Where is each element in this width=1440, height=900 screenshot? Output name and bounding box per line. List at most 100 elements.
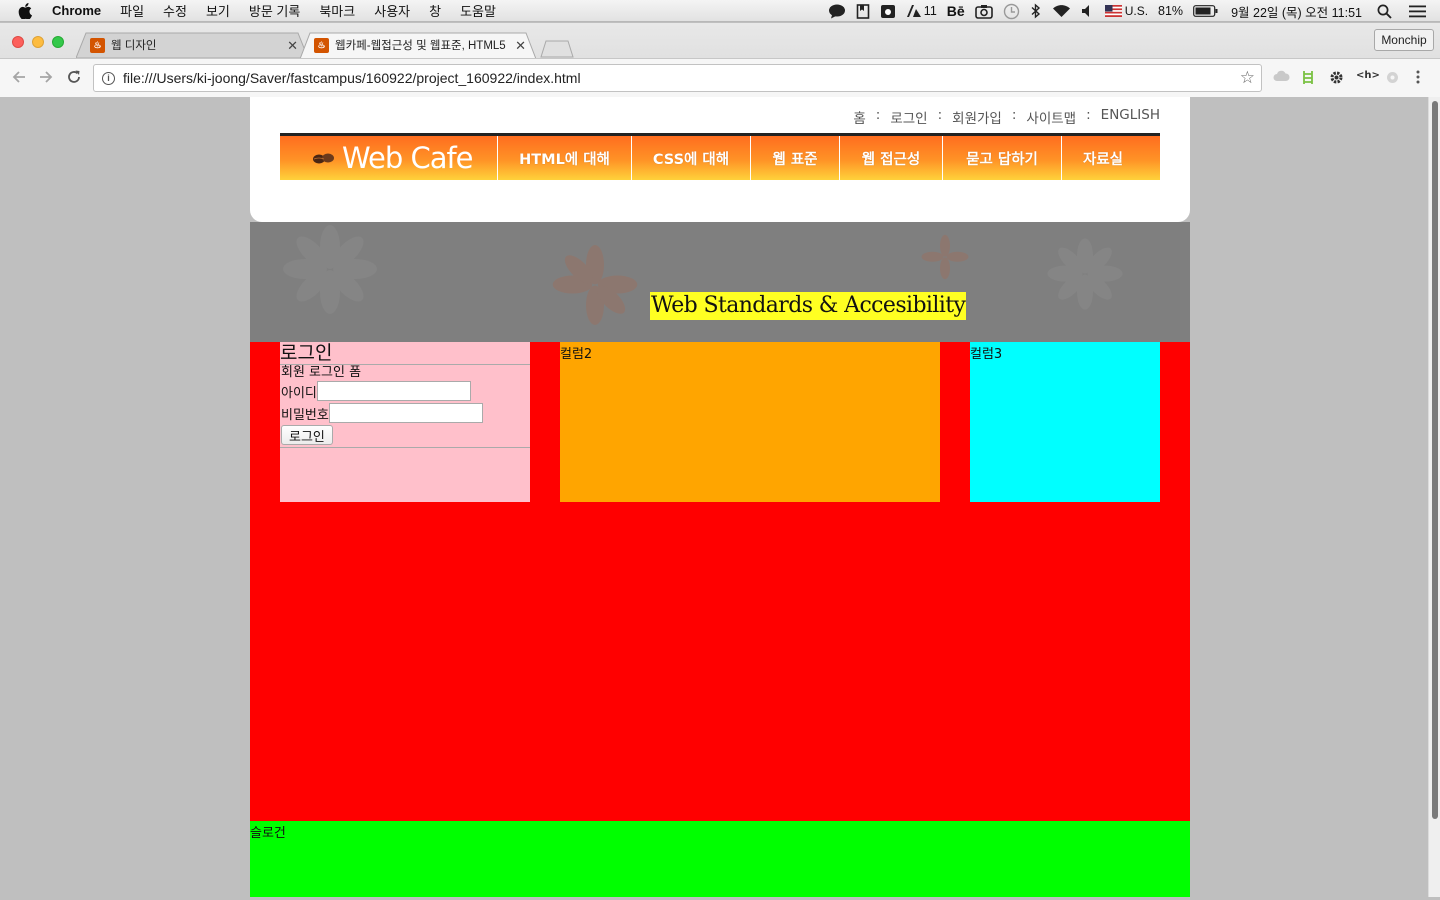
time-machine-icon[interactable] [1003,3,1020,20]
visual-title: Web Standards & Accesibility [650,292,967,320]
bookmark-icon[interactable] [856,3,870,19]
screenshot-camera-icon[interactable] [974,4,993,19]
menu-file[interactable]: 파일 [120,1,144,20]
menu-bookmarks[interactable]: 북마크 [319,1,355,20]
page-scrollbar[interactable] [1428,97,1440,897]
us-flag-icon[interactable]: U.S. [1104,4,1149,18]
volume-icon[interactable] [1081,4,1095,18]
page-info-icon[interactable]: i [102,71,115,85]
util-link-english[interactable]: ENGLISH [1101,107,1160,127]
chrome-menu-icon[interactable] [1416,70,1420,88]
browser-toolbar: i file:///Users/ki-joong/Saver/fastcampu… [0,58,1440,97]
slogan-footer: 슬로건 [250,821,1190,897]
new-tab-button[interactable] [540,40,574,58]
scrollbar-thumb[interactable] [1432,101,1438,819]
cloud-extension-icon[interactable] [1273,70,1290,86]
window-minimize-button[interactable] [32,36,44,48]
wifi-icon[interactable] [1052,4,1071,18]
clock[interactable]: 9월 22일 (목) 오전 11:51 [1231,2,1362,21]
battery-icon[interactable] [1193,5,1218,17]
menu-help[interactable]: 도움말 [460,1,496,20]
util-link-login[interactable]: 로그인 [890,107,927,127]
tab-title: 웹카페-웹접근성 및 웹표준, HTML5 [335,40,506,52]
password-row: 비밀번호 [281,402,530,424]
address-bar[interactable]: i file:///Users/ki-joong/Saver/fastcampu… [93,64,1262,92]
apple-icon[interactable] [18,2,36,19]
logo-text: Web Cafe [342,141,474,175]
tab-title: 웹 디자인 [111,40,157,52]
util-separator: : [875,107,881,123]
login-fieldset: 회원 로그인 폼 아이디 비밀번호 로그인 [280,364,530,448]
util-separator: : [937,107,943,123]
gnb-accessibility[interactable]: 웹 접근성 [840,136,943,180]
url-text: file:///Users/ki-joong/Saver/fastcampus/… [123,70,581,86]
login-column: 로그인 회원 로그인 폼 아이디 비밀번호 로그인 [280,342,530,502]
gnb-html[interactable]: HTML에 대해 [498,136,632,180]
window-zoom-button[interactable] [52,36,64,48]
flower-decoration-icon [283,225,377,314]
column-3: 컬럼3 [970,342,1160,502]
adobe-count: 11 [923,4,937,18]
password-label: 비밀번호 [281,407,329,423]
coffee-beans-icon [313,153,334,164]
id-input[interactable] [316,381,471,401]
site-header: 홈 : 로그인 : 회원가입 : 사이트맵 : ENGLISH Web Cafe… [250,97,1190,222]
gnb-archive[interactable]: 자료실 [1062,136,1144,180]
battery-percent: 81% [1158,4,1184,18]
login-submit-button[interactable]: 로그인 [281,425,333,445]
menu-history[interactable]: 방문 기록 [249,1,300,20]
content-area: 로그인 회원 로그인 폼 아이디 비밀번호 로그인 컬럼2 컬럼3 [250,342,1190,821]
gnb-css[interactable]: CSS에 대해 [632,136,751,180]
spotlight-search-icon[interactable] [1377,4,1392,19]
window-controls [12,36,64,48]
reload-icon[interactable] [66,69,82,89]
bluetooth-icon[interactable] [1030,3,1042,19]
camera-box-icon[interactable] [880,4,896,19]
site-logo[interactable]: Web Cafe [280,136,498,180]
notification-center-icon[interactable] [1409,5,1426,18]
password-input[interactable] [328,403,483,423]
tab-webcafe-active[interactable]: ♨ 웹카페-웹접근성 및 웹표준, HTML5 ✕ [300,32,536,59]
util-link-home[interactable]: 홈 [853,107,865,127]
column-2: 컬럼2 [560,342,940,502]
adobe-icon[interactable]: 11 [906,4,937,18]
tab-close-icon[interactable]: ✕ [515,38,526,54]
tab-web-design[interactable]: ♨ 웹 디자인 ✕ [76,32,308,58]
cafe-favicon-icon: ♨ [90,37,105,53]
menubar-status-area: 11 Bē U.S. 81% 9월 22일 (목) 오전 11:51 [823,0,1440,22]
chat-bubble-icon[interactable] [828,4,846,19]
global-nav: Web Cafe HTML에 대해 CSS에 대해 웹 표준 웹 접근성 묻고 … [280,133,1160,180]
behance-icon[interactable]: Bē [947,3,965,19]
back-arrow-icon[interactable] [11,69,27,89]
id-row: 아이디 [281,380,530,402]
flower-decoration-icon [552,244,638,326]
input-source-label: U.S. [1124,4,1149,18]
puzzle-extension-icon[interactable] [1385,70,1400,89]
id-label: 아이디 [281,385,317,401]
forward-arrow-icon[interactable] [38,69,54,89]
tab-close-icon[interactable]: ✕ [287,38,298,54]
util-separator: : [1086,107,1091,123]
cafe-favicon-icon: ♨ [314,37,329,53]
flower-decoration-icon [1047,238,1123,310]
util-link-sitemap[interactable]: 사이트맵 [1026,107,1076,127]
browser-chrome: ♨ 웹 디자인 ✕ ♨ 웹카페-웹접근성 및 웹표준, HTML5 ✕ Monc… [0,23,1440,97]
gnb-web-standards[interactable]: 웹 표준 [751,136,840,180]
menu-people[interactable]: 사용자 [374,1,410,20]
html-tag-extension-icon[interactable]: <h> [1356,70,1380,81]
profile-button[interactable]: Monchip [1374,29,1434,51]
menu-edit[interactable]: 수정 [163,1,187,20]
gnb-qna[interactable]: 묻고 답하기 [943,136,1062,180]
web-page: 홈 : 로그인 : 회원가입 : 사이트맵 : ENGLISH Web Cafe… [250,97,1190,897]
util-link-join[interactable]: 회원가입 [952,107,1002,127]
gear-extension-icon[interactable] [1329,70,1344,89]
menu-view[interactable]: 보기 [206,1,230,20]
ladder-extension-icon[interactable] [1301,70,1315,89]
main-visual: Web Standards & Accesibility [250,222,1190,342]
macos-menubar: Chrome 파일 수정 보기 방문 기록 북마크 사용자 창 도움말 11 B… [0,0,1440,22]
window-close-button[interactable] [12,36,24,48]
bookmark-star-icon[interactable]: ☆ [1240,68,1255,88]
menu-window[interactable]: 창 [429,1,441,20]
menu-app-name[interactable]: Chrome [52,3,101,18]
flower-decoration-icon [921,234,969,280]
